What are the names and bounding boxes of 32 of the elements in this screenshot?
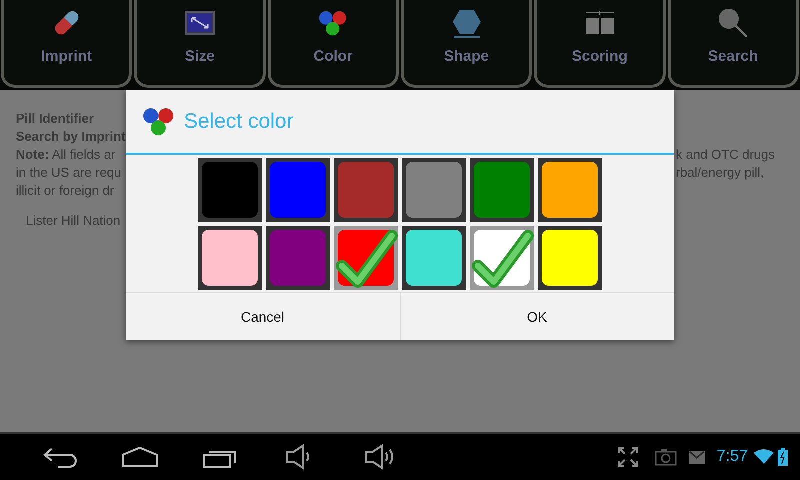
dialog-title: Select color [184, 110, 294, 134]
mail-icon [688, 450, 705, 464]
dialog-button[interactable]: Cancel [126, 293, 400, 340]
home-icon[interactable] [121, 446, 159, 468]
wifi-icon [754, 449, 774, 465]
fullscreen-icon[interactable] [616, 446, 639, 468]
toolbar-tab[interactable]: Imprint [1, 0, 132, 88]
toolbar-tab[interactable]: Search [668, 0, 799, 88]
hexagon-icon [452, 8, 482, 38]
toolbar-tab[interactable]: Size [134, 0, 266, 88]
magnifier-icon [717, 7, 750, 39]
toolbar-tab[interactable]: Scoring [534, 0, 666, 88]
colored-balls-icon [142, 106, 176, 136]
diagonal-arrow-screen-icon [184, 11, 215, 35]
page-text: illicit or foreign dr [16, 182, 116, 200]
colored-balls-icon [318, 10, 349, 36]
page-text: in the US are requ [16, 164, 123, 182]
page-text: rbal/energy pill, [676, 164, 766, 182]
clock-time: 7:57 [716, 448, 748, 466]
toolbar-tab[interactable]: Color [268, 0, 399, 88]
page-text: Search by Imprint [16, 128, 126, 146]
volume-up-icon[interactable] [364, 444, 396, 470]
camera-icon [654, 448, 677, 466]
page-text: Lister Hill Nation [26, 212, 122, 230]
toolbar-tab[interactable]: Shape [400, 0, 532, 88]
page-text: Pill Identifier [16, 110, 96, 128]
page-text: k and OTC drugs [676, 146, 776, 164]
back-icon[interactable] [42, 446, 78, 468]
dialog-button[interactable]: OK [400, 293, 674, 340]
battery-icon [778, 448, 788, 466]
split-tablet-icon [584, 10, 615, 36]
page-text: Note: All fields ar [16, 146, 117, 164]
